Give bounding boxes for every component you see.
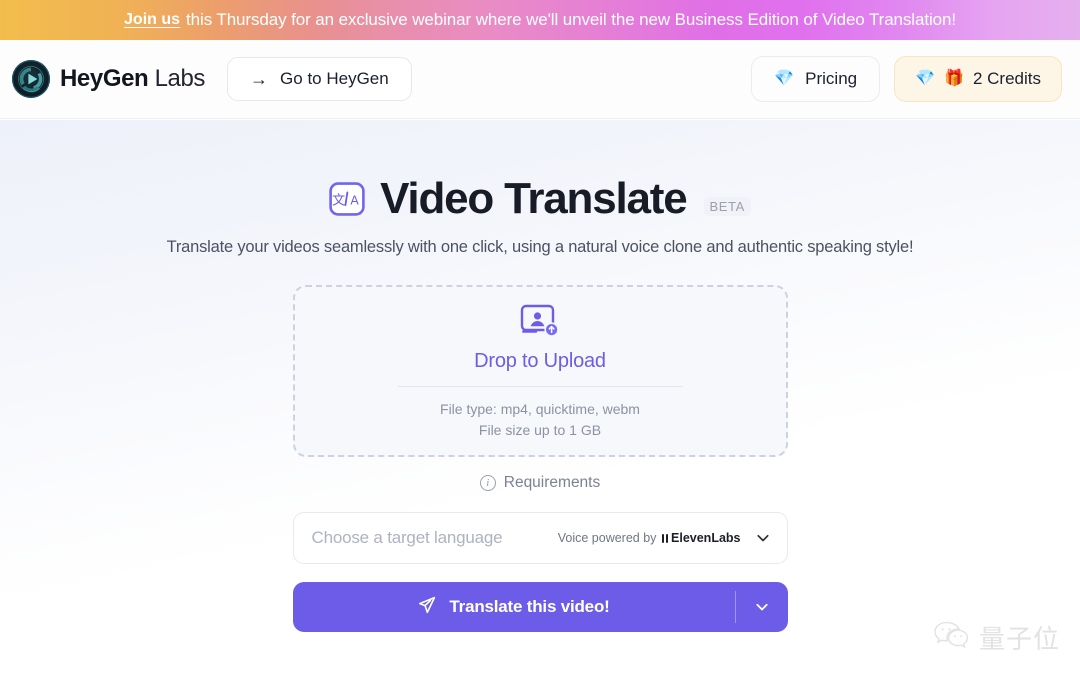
target-language-placeholder: Choose a target language xyxy=(311,528,503,547)
translate-cta[interactable]: Translate this video! xyxy=(292,582,788,632)
main-stage: 文 A Video Translate BETA Translate your … xyxy=(0,120,1080,680)
dropzone-title: Drop to Upload xyxy=(474,349,606,372)
promo-join-us-link[interactable]: Join us xyxy=(124,11,180,29)
chevron-down-icon xyxy=(755,603,768,611)
go-to-heygen-label: Go to HeyGen xyxy=(280,69,389,88)
info-icon: i xyxy=(479,475,496,491)
credits-label: 2 Credits xyxy=(972,69,1041,88)
brand[interactable]: HeyGen Labs xyxy=(12,60,205,98)
page-title: Video Translate xyxy=(380,174,688,223)
chevron-down-icon[interactable] xyxy=(755,530,771,546)
promo-banner: Join us this Thursday for an exclusive w… xyxy=(0,0,1080,40)
page-title-row: 文 A Video Translate BETA xyxy=(329,177,751,221)
gem-icon: 💎 xyxy=(774,70,795,87)
voice-provider-prefix: Voice powered by xyxy=(557,531,657,545)
elevenlabs-brand-label: ElevenLabs xyxy=(671,531,741,545)
upload-video-icon xyxy=(520,304,560,338)
gem-icon: 💎 xyxy=(915,70,936,87)
translate-icon: 文 A xyxy=(329,182,365,216)
header-actions: 💎 Pricing 💎 🎁 2 Credits xyxy=(751,56,1062,102)
brand-name: HeyGen Labs xyxy=(60,65,205,93)
dropzone-file-size: File size up to 1 GB xyxy=(478,421,602,438)
page-subtitle: Translate your videos seamlessly with on… xyxy=(166,238,914,256)
upload-dropzone[interactable]: Drop to Upload File type: mp4, quicktime… xyxy=(292,285,788,457)
pricing-label: Pricing xyxy=(805,69,858,88)
svg-text:文: 文 xyxy=(332,193,345,208)
elevenlabs-bars-icon xyxy=(662,533,669,543)
dropzone-divider xyxy=(397,385,683,387)
heygen-logo-icon xyxy=(12,60,50,98)
requirements-link[interactable]: i Requirements xyxy=(479,474,601,492)
app-header: HeyGen Labs → Go to HeyGen 💎 Pricing 💎 🎁… xyxy=(0,40,1080,119)
pricing-button[interactable]: 💎 Pricing xyxy=(751,56,881,102)
translate-button[interactable]: Translate this video! xyxy=(293,582,735,632)
promo-message: this Thursday for an exclusive webinar w… xyxy=(186,10,956,29)
requirements-label: Requirements xyxy=(503,474,601,491)
credits-button[interactable]: 💎 🎁 2 Credits xyxy=(894,56,1062,102)
svg-text:A: A xyxy=(351,193,360,207)
target-language-select[interactable]: Choose a target language Voice powered b… xyxy=(292,512,788,564)
voice-provider-credit: Voice powered by ElevenLabs xyxy=(558,531,741,545)
beta-badge: BETA xyxy=(703,197,751,216)
brand-name-bold: HeyGen xyxy=(60,65,149,92)
gift-icon: 🎁 xyxy=(944,70,964,87)
translate-button-label: Translate this video! xyxy=(449,597,610,616)
arrow-right-icon: → xyxy=(250,69,269,89)
go-to-heygen-button[interactable]: → Go to HeyGen xyxy=(227,57,412,101)
brand-name-light: Labs xyxy=(154,65,206,92)
dropzone-hints: File type: mp4, quicktime, webm File siz… xyxy=(440,399,640,441)
dropzone-file-type: File type: mp4, quicktime, webm xyxy=(440,400,640,417)
translate-options-toggle[interactable] xyxy=(736,582,788,632)
elevenlabs-logo: ElevenLabs xyxy=(662,531,741,545)
send-icon xyxy=(417,595,437,620)
